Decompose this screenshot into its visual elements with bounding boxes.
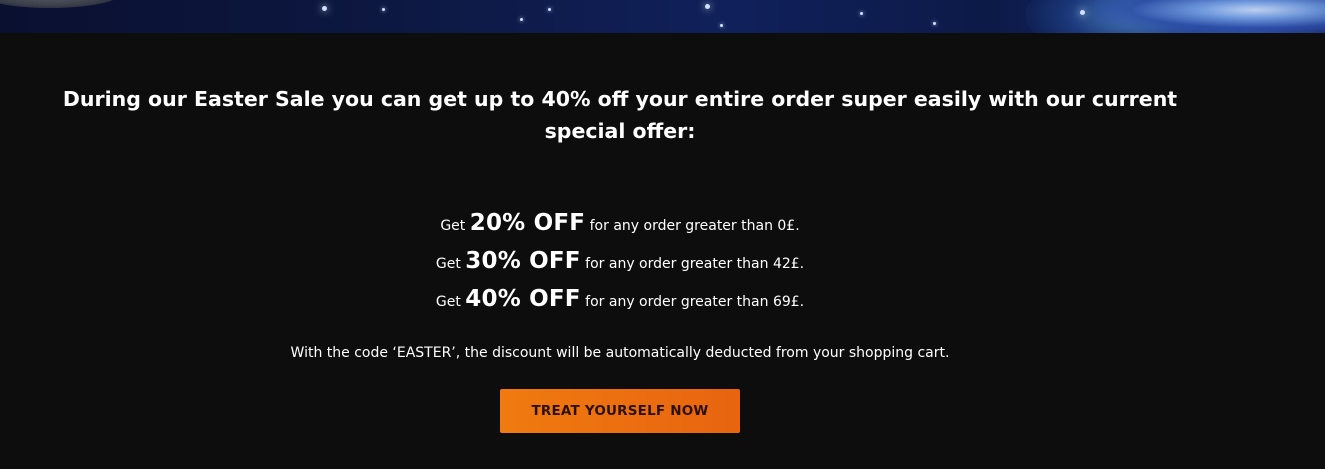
offer-condition: for any order greater than 0£. (589, 218, 800, 234)
offer-condition: for any order greater than 69£. (585, 294, 805, 310)
discount-code-note: With the code ‘EASTER’, the discount wil… (290, 345, 950, 361)
offer-condition: for any order greater than 42£. (585, 256, 805, 272)
star-sparkle (382, 8, 385, 11)
star-sparkle (860, 12, 863, 15)
star-sparkle (1080, 10, 1085, 15)
banner-decoration (0, 0, 120, 8)
offer-prefix: Get (435, 294, 461, 310)
star-sparkle (322, 6, 327, 11)
offer-prefix: Get (435, 256, 461, 272)
promo-headline: During our Easter Sale you can get up to… (62, 87, 1178, 143)
banner-lion-illustration (1095, 0, 1325, 33)
offer-row: Get 40% OFF for any order greater than 6… (320, 280, 920, 318)
offer-list-rows: Get 20% OFF for any order greater than 0… (320, 204, 920, 318)
star-sparkle (548, 8, 551, 11)
offer-discount: 20% OFF (469, 210, 586, 236)
treat-yourself-button[interactable]: TREAT YOURSELF NOW (500, 389, 740, 433)
offer-discount: 30% OFF (465, 248, 581, 274)
star-sparkle (720, 24, 723, 27)
star-sparkle (520, 18, 523, 21)
star-sparkle (933, 22, 936, 25)
offer-prefix: Get (440, 218, 466, 234)
hero-banner-image (0, 0, 1325, 33)
star-sparkle (705, 4, 710, 9)
offer-row: Get 30% OFF for any order greater than 4… (320, 242, 920, 280)
offer-discount: 40% OFF (465, 286, 581, 312)
offer-row: Get 20% OFF for any order greater than 0… (320, 204, 920, 242)
